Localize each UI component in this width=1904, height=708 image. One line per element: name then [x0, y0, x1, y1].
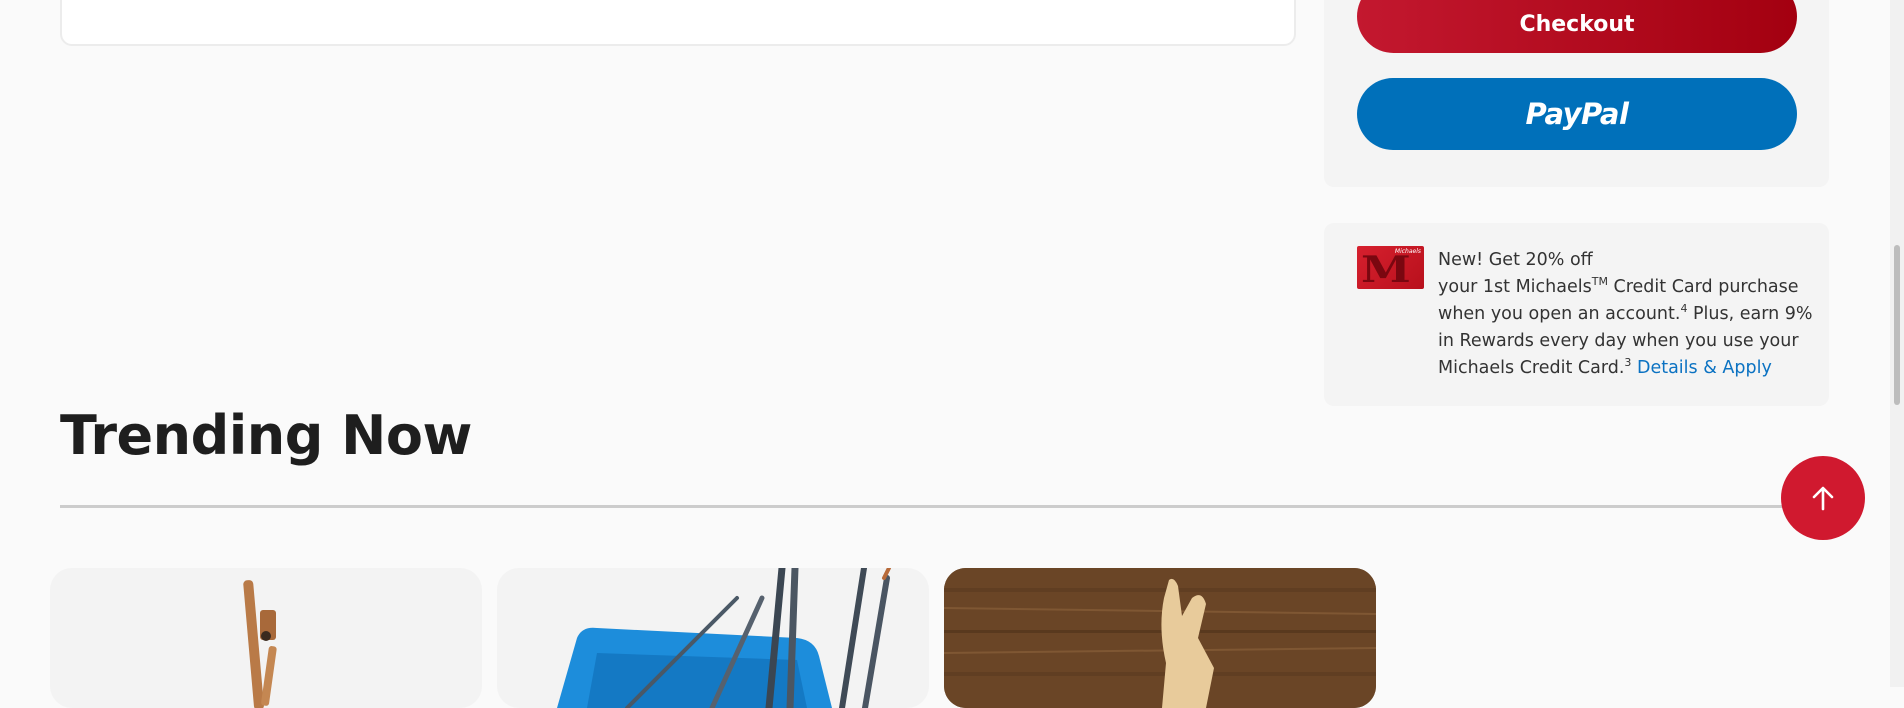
michaels-credit-card-image: M Michaels — [1357, 246, 1424, 289]
paypal-button[interactable]: PayPal — [1357, 78, 1797, 150]
scrollbar-thumb[interactable] — [1894, 245, 1900, 405]
back-to-top-button[interactable] — [1781, 456, 1865, 540]
trending-now-heading: Trending Now — [60, 404, 472, 467]
wood-craft-image — [944, 568, 1376, 708]
promo-line-3b: Plus, earn 9% — [1687, 304, 1813, 324]
promo-line-4: in Rewards every day when you use your — [1438, 331, 1799, 351]
easel-image — [243, 580, 277, 708]
cart-items-panel — [60, 0, 1296, 46]
scrollbar[interactable] — [1890, 0, 1904, 687]
product-card[interactable] — [497, 568, 929, 708]
arrow-up-icon — [1812, 486, 1834, 511]
paint-brushes-image — [557, 568, 891, 708]
checkout-button[interactable]: Checkout — [1357, 0, 1797, 53]
promo-line-2b: Credit Card purchase — [1607, 277, 1799, 297]
promo-line-2: your 1st Michaels — [1438, 277, 1592, 297]
product-card[interactable] — [944, 568, 1376, 708]
promo-line-1: New! Get 20% off — [1438, 250, 1593, 270]
promo-text: New! Get 20% off your 1st MichaelsTM Cre… — [1438, 247, 1813, 382]
product-card[interactable] — [50, 568, 482, 708]
details-apply-link[interactable]: Details & Apply — [1637, 358, 1772, 378]
trademark: TM — [1591, 275, 1608, 289]
card-brand: Michaels — [1394, 248, 1421, 255]
card-logo: M — [1361, 249, 1411, 289]
credit-card-promo: M Michaels New! Get 20% off your 1st Mic… — [1324, 223, 1829, 406]
promo-line-3: when you open an account. — [1438, 304, 1681, 324]
promo-line-5: Michaels Credit Card. — [1438, 358, 1625, 378]
section-divider — [60, 505, 1782, 508]
footnote-3: 3 — [1624, 356, 1632, 370]
